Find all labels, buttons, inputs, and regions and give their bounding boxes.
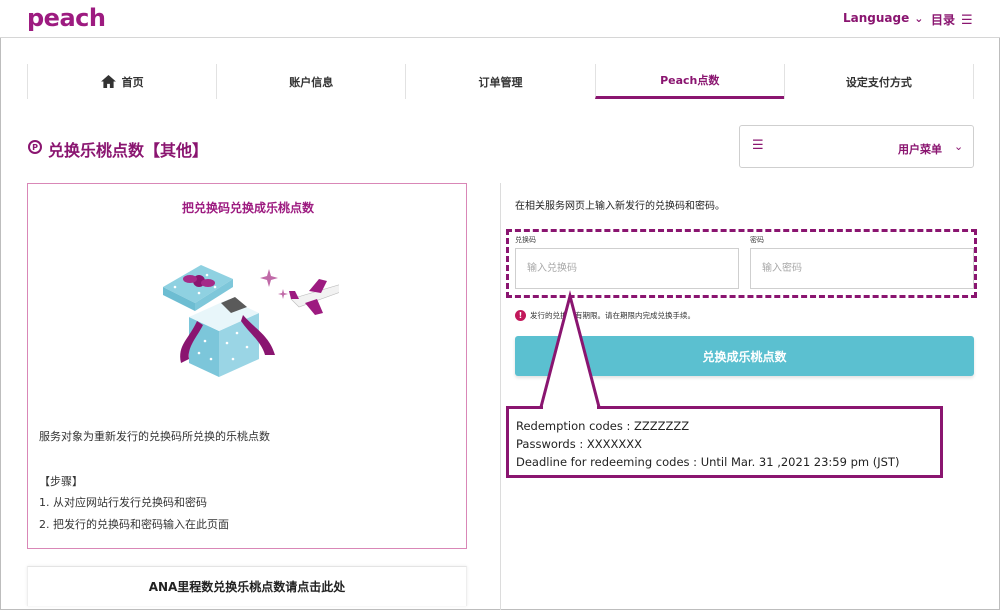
redeem-points-button[interactable]: 兑换成乐桃点数: [515, 336, 974, 376]
peach-logo[interactable]: peach: [27, 4, 106, 32]
redeem-info-card: 把兑换码兑换成乐桃点数 服务对象为重新发行的兑换码所兑换的乐桃点数 【步骤】 1…: [27, 183, 467, 549]
tab-home[interactable]: 首页: [27, 64, 216, 99]
warning-icon: !: [515, 310, 526, 321]
deadline-text: Deadline for redeeming codes : Until Mar…: [516, 455, 900, 469]
password-label: 密码: [750, 236, 764, 244]
tab-account-info[interactable]: 账户信息: [216, 64, 405, 99]
gift-box-airplane-illustration: [163, 265, 339, 377]
chevron-down-icon: ⌄: [954, 140, 964, 153]
menu-button[interactable]: 目录 ☰: [931, 11, 973, 28]
ana-miles-redeem-button[interactable]: ANA里程数兑换乐桃点数请点击此处: [27, 566, 467, 606]
redemption-codes-text: Redemption codes : ZZZZZZZ: [516, 419, 690, 433]
home-icon: [100, 75, 116, 88]
steps-heading: 【步骤】: [39, 475, 83, 488]
menu-label: 目录: [931, 13, 956, 27]
language-label: Language: [843, 11, 910, 25]
form-instruction: 在相关服务网页上输入新发行的兑换码和密码。: [515, 201, 725, 212]
language-selector[interactable]: Language ⌄: [843, 11, 923, 25]
chevron-down-icon: ⌄: [914, 12, 924, 25]
user-menu-label: 用户菜单: [898, 143, 942, 156]
column-divider: [500, 183, 501, 610]
service-description: 服务对象为重新发行的兑换码所兑换的乐桃点数: [39, 430, 270, 443]
tab-peach-points[interactable]: Peach点数: [594, 64, 784, 99]
tab-order-management[interactable]: 订单管理: [405, 64, 594, 99]
tab-label: 账户信息: [289, 75, 334, 89]
password-input[interactable]: [750, 248, 974, 289]
code-label: 兑换码: [515, 236, 536, 244]
expiry-warning: 发行的兑换码有期限。请在期限内完成兑换手续。: [530, 311, 695, 320]
user-menu-dropdown[interactable]: ☰ 用户菜单 ⌄: [739, 125, 974, 168]
tab-label: 首页: [121, 75, 144, 89]
tab-label: Peach点数: [660, 74, 720, 87]
peach-point-icon: P: [28, 140, 42, 154]
redemption-code-input[interactable]: [515, 248, 739, 289]
tab-label: 订单管理: [478, 75, 523, 89]
site-header: peach Language ⌄ 目录 ☰: [0, 0, 1000, 38]
tab-payment-settings[interactable]: 设定支付方式: [783, 64, 975, 99]
step-2: 2. 把发行的兑换码和密码输入在此页面: [39, 518, 229, 531]
sample-codes-callout: Redemption codes : ZZZZZZZ Passwords : X…: [507, 407, 942, 477]
main-tabs: 首页 账户信息 订单管理 Peach点数 设定支付方式: [27, 64, 975, 99]
step-1: 1. 从对应网站行发行兑换码和密码: [39, 496, 207, 509]
hamburger-icon: ☰: [752, 138, 764, 153]
tab-label: 设定支付方式: [845, 75, 912, 89]
passwords-text: Passwords : XXXXXXX: [516, 437, 643, 451]
card-title: 把兑换码兑换成乐桃点数: [181, 201, 314, 215]
page-title: 兑换乐桃点数【其他】: [48, 141, 209, 160]
hamburger-icon: ☰: [961, 13, 973, 28]
